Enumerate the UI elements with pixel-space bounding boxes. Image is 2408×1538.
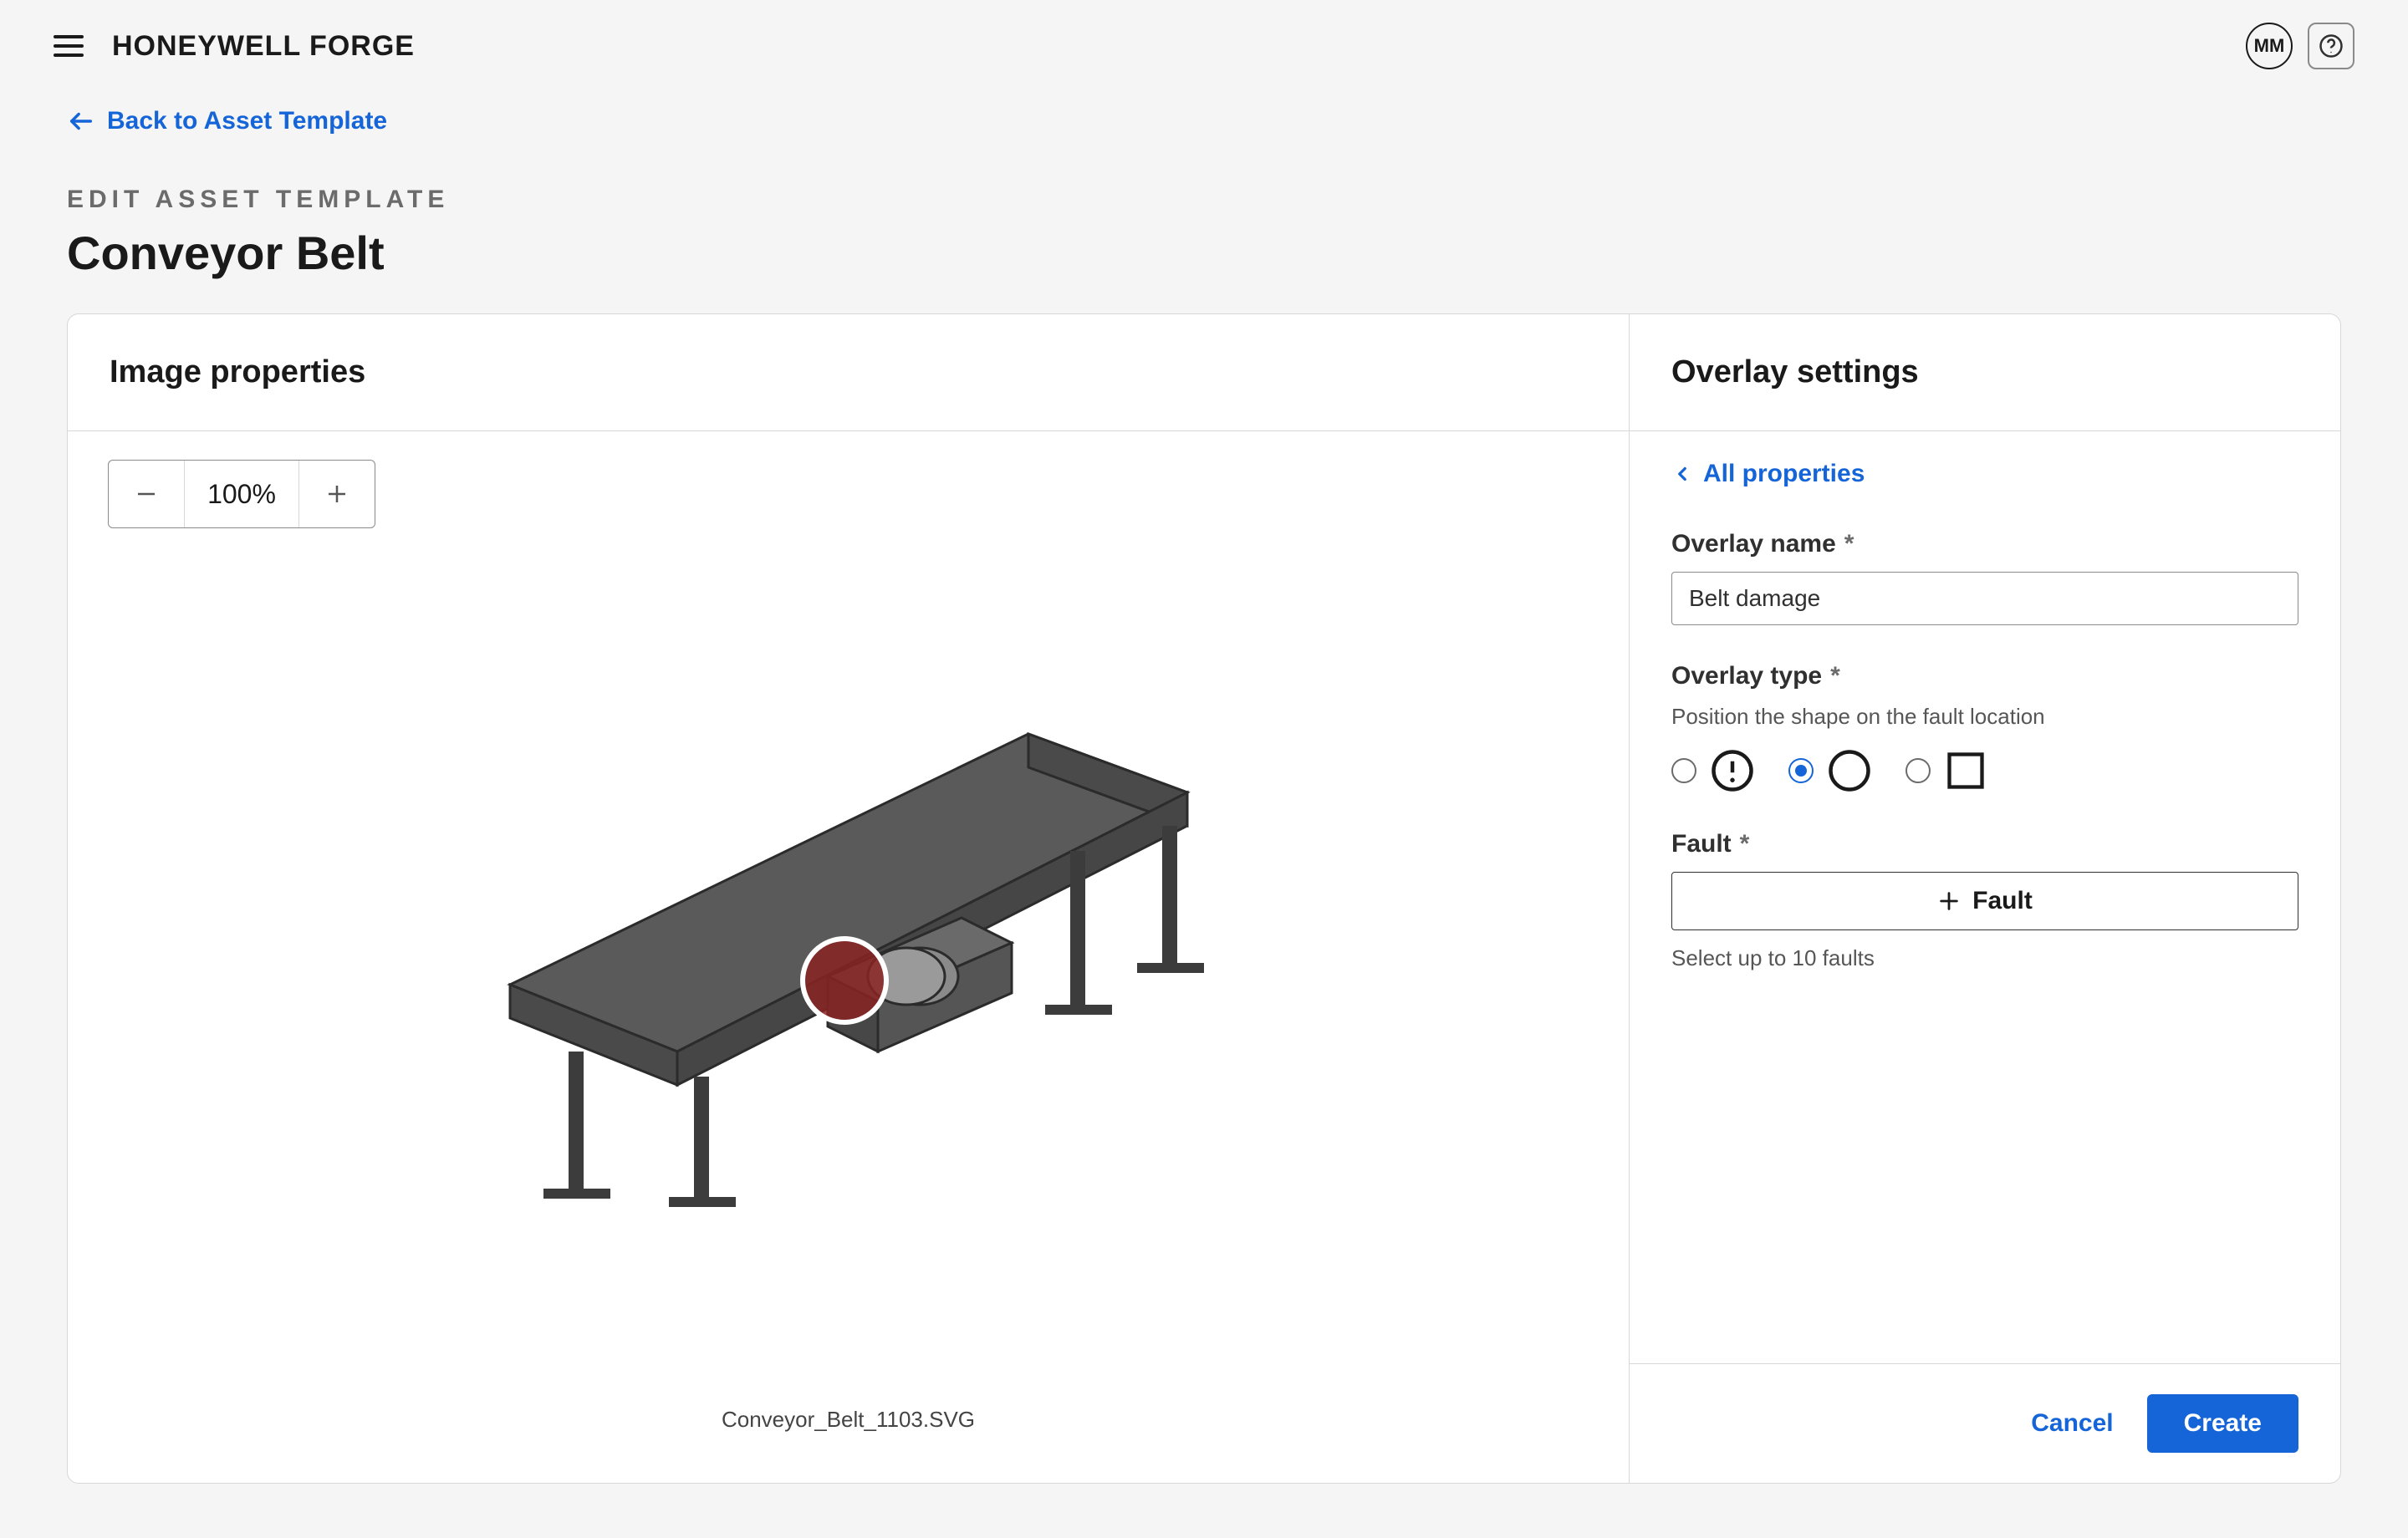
overlay-marker[interactable] — [803, 939, 886, 1022]
all-properties-link[interactable]: All properties — [1671, 460, 1865, 488]
back-link[interactable]: Back to Asset Template — [67, 107, 387, 135]
overlay-type-label: Overlay type — [1671, 662, 1822, 690]
overlay-name-label: Overlay name — [1671, 530, 1836, 558]
overlay-type-hint: Position the shape on the fault location — [1671, 704, 2298, 730]
avatar[interactable]: MM — [2246, 23, 2293, 69]
overlay-name-input[interactable] — [1671, 572, 2298, 625]
help-icon — [2319, 33, 2344, 59]
overlay-type-square[interactable] — [1905, 749, 1987, 792]
add-fault-button[interactable]: Fault — [1671, 872, 2298, 930]
zoom-in-button[interactable] — [299, 461, 375, 527]
overlay-type-radios — [1671, 748, 2298, 793]
overlay-type-circle[interactable] — [1788, 748, 1872, 793]
alert-circle-icon — [1710, 748, 1755, 793]
plus-icon — [324, 481, 349, 507]
overlay-settings-heading: Overlay settings — [1671, 354, 2298, 390]
brand-logo: HONEYWELL FORGE — [112, 30, 415, 63]
image-filename: Conveyor_Belt_1103.SVG — [68, 1407, 1629, 1483]
square-icon — [1944, 749, 1987, 792]
image-properties-heading: Image properties — [110, 354, 1587, 390]
arrow-left-icon — [67, 107, 95, 135]
minus-icon — [134, 481, 159, 507]
required-mark: * — [1844, 530, 1854, 558]
menu-icon[interactable] — [54, 28, 89, 64]
required-mark: * — [1830, 662, 1840, 690]
create-button[interactable]: Create — [2147, 1394, 2298, 1453]
page-title: Conveyor Belt — [67, 226, 2341, 280]
circle-icon — [1827, 748, 1872, 793]
zoom-out-button[interactable] — [109, 461, 184, 527]
chevron-left-icon — [1671, 463, 1693, 485]
help-button[interactable] — [2308, 23, 2354, 69]
asset-image[interactable] — [68, 528, 1629, 1407]
plus-icon — [1937, 889, 1961, 913]
cancel-button[interactable]: Cancel — [2031, 1409, 2113, 1438]
overlay-type-alert-circle[interactable] — [1671, 748, 1755, 793]
all-properties-label: All properties — [1703, 460, 1865, 488]
fault-hint: Select up to 10 faults — [1671, 945, 2298, 971]
back-link-label: Back to Asset Template — [107, 107, 387, 135]
zoom-value: 100% — [184, 461, 299, 527]
zoom-control: 100% — [108, 460, 375, 528]
fault-label: Fault — [1671, 830, 1732, 858]
add-fault-label: Fault — [1972, 887, 2033, 915]
page-eyebrow: EDIT ASSET TEMPLATE — [67, 186, 2341, 214]
required-mark: * — [1740, 830, 1750, 858]
conveyor-belt-svg — [410, 684, 1288, 1219]
